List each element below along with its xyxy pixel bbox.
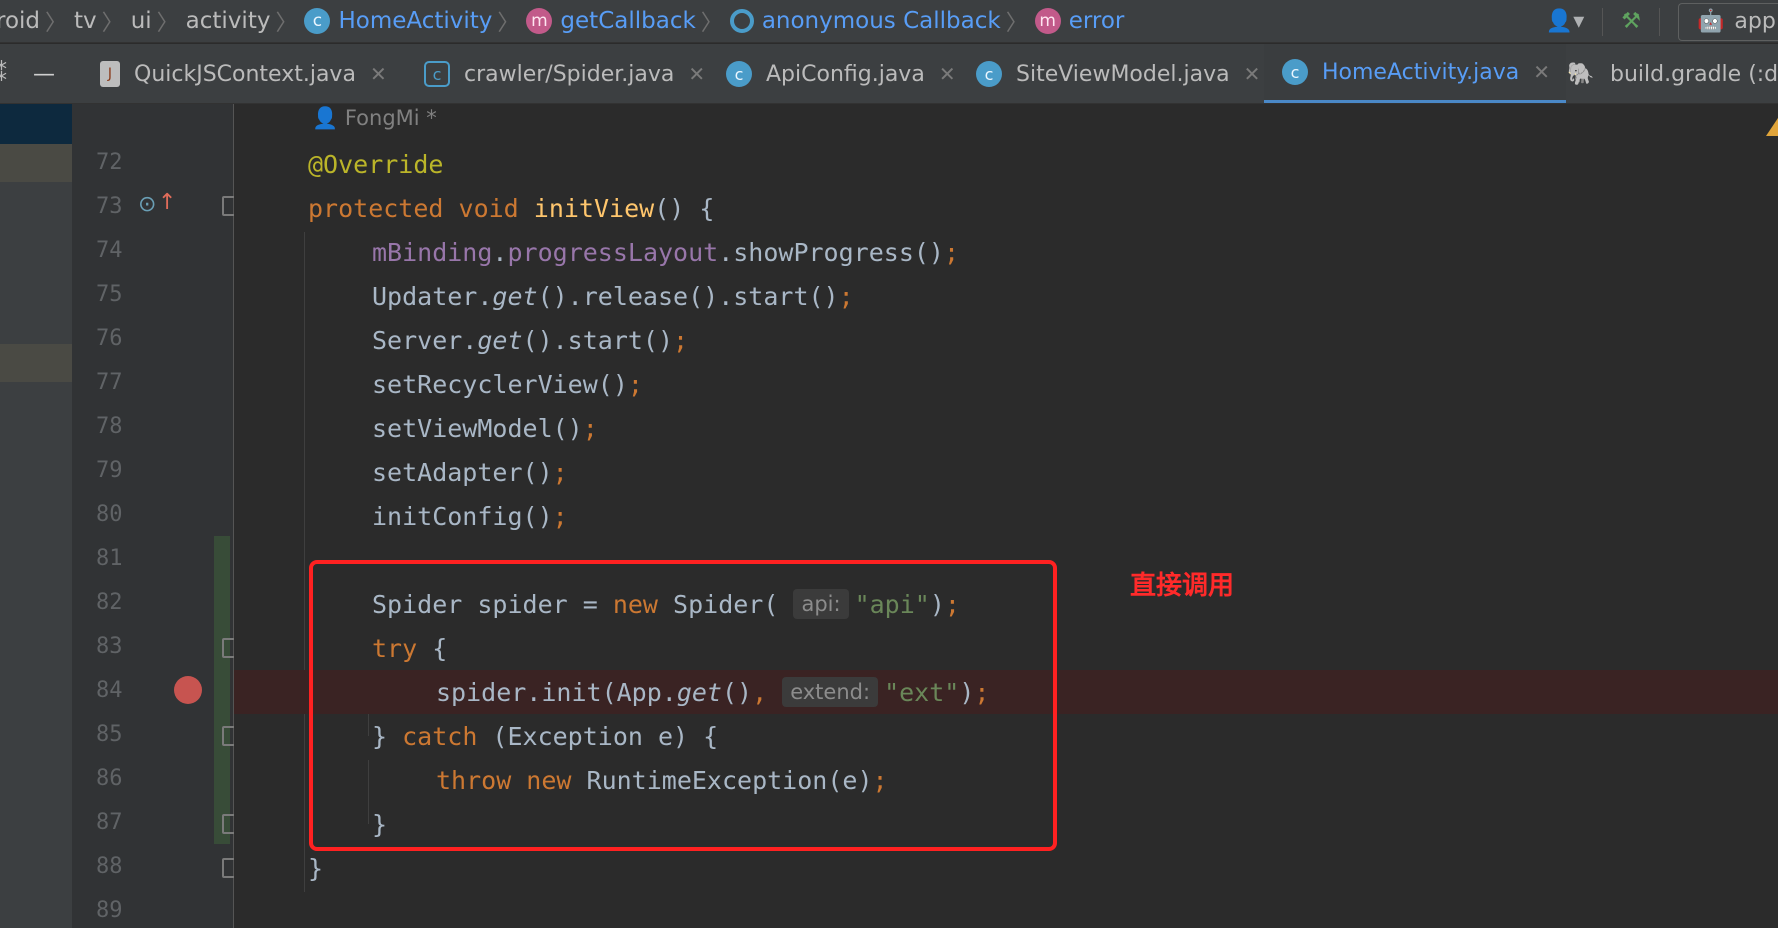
annotation-label: 直接调用 [1130, 571, 1235, 601]
code-line: Updater. get ().release().start(); [372, 281, 854, 311]
line-number: 86 [96, 766, 123, 791]
tab-spider[interactable]: c crawler/Spider.java ✕ [424, 44, 705, 103]
breadcrumb-item-error[interactable]: m error [1034, 8, 1124, 34]
line-number: 76 [96, 326, 123, 351]
hammer-icon[interactable]: ⚒ [1621, 9, 1641, 34]
divider [1659, 7, 1660, 36]
method-icon: m [1034, 8, 1061, 34]
line-number: 80 [96, 502, 123, 527]
editor-tab-bar: ⁑ — J QuickJSContext.java ✕ c crawler/Sp… [0, 44, 1778, 104]
warning-icon[interactable] [1766, 118, 1778, 136]
tab-homeactivity[interactable]: c HomeActivity.java ✕ [1264, 44, 1566, 103]
class-icon: c [304, 8, 331, 34]
split-icon[interactable]: ⁑ [0, 62, 7, 87]
code-line: setViewModel(); [372, 413, 598, 443]
tab-siteviewmodel[interactable]: c SiteViewModel.java ✕ [976, 44, 1261, 103]
tab-build-gradle[interactable]: 🐘 build.gradle (:drp [1566, 44, 1778, 103]
code-line: setRecyclerView(); [372, 369, 643, 399]
minimize-icon[interactable]: — [33, 62, 55, 87]
line-number: 87 [96, 810, 123, 835]
class-icon: c [1282, 59, 1308, 85]
class-icon: c [726, 61, 752, 87]
user-icon: 👤 [312, 106, 339, 130]
breadcrumb-item-ui[interactable]: ui [131, 8, 152, 34]
code-line: } [308, 853, 324, 883]
breadcrumb-item-tv[interactable]: tv [74, 8, 97, 34]
code-line: protected void initView() { [308, 193, 715, 223]
chevron-right-icon: 〉 [156, 11, 179, 36]
line-number: 83 [96, 634, 123, 659]
arrow-up-icon: ↑ [158, 190, 177, 215]
highlight-marker [0, 144, 72, 182]
line-number: 78 [96, 414, 123, 439]
breadcrumb-item-package[interactable]: roid [0, 8, 40, 34]
line-number: 79 [96, 458, 123, 483]
breadcrumb-item-homeactivity[interactable]: c HomeActivity [304, 8, 492, 34]
anonymous-class-icon [729, 9, 754, 33]
user-icon[interactable]: 👤▾ [1546, 9, 1584, 34]
project-panel-edge [0, 104, 72, 928]
line-number-gutter[interactable]: 72 73 74 75 76 77 78 79 80 81 82 83 84 8… [72, 104, 234, 928]
breadcrumb-item-anonymous-callback[interactable]: anonymous Callback [729, 8, 1001, 34]
java-file-icon: J [100, 61, 120, 87]
class-icon: c [976, 61, 1002, 87]
author-hint: 👤 FongMi * [312, 106, 437, 130]
code-line: Server. get ().start(); [372, 325, 689, 355]
close-icon[interactable]: ✕ [370, 62, 387, 86]
line-number: 81 [96, 546, 123, 571]
chevron-right-icon: 〉 [1005, 11, 1028, 36]
code-line: @Override [308, 149, 444, 179]
gradle-icon: 🐘 [1567, 61, 1595, 87]
method-icon: m [526, 8, 553, 34]
breakpoint-icon[interactable] [174, 676, 202, 704]
tab-apiconfig[interactable]: c ApiConfig.java ✕ [726, 44, 956, 103]
highlight-marker [0, 344, 72, 382]
line-number: 72 [96, 150, 123, 175]
line-number: 84 [96, 678, 123, 703]
chevron-right-icon: 〉 [275, 11, 298, 36]
chevron-right-icon: 〉 [497, 11, 520, 36]
run-configuration-select[interactable]: 🤖 app [1678, 2, 1778, 41]
close-icon[interactable]: ✕ [688, 62, 705, 86]
line-number: 85 [96, 722, 123, 747]
code-line: setAdapter(); [372, 457, 568, 487]
line-number: 88 [96, 854, 123, 879]
divider [1602, 7, 1604, 36]
breadcrumb: roid 〉 tv 〉 ui 〉 activity 〉 c HomeActivi… [0, 0, 1124, 42]
close-icon[interactable]: ✕ [939, 62, 956, 86]
override-icon[interactable]: ⊙ [138, 192, 156, 217]
chevron-right-icon: 〉 [45, 11, 68, 36]
highlight-box [309, 560, 1057, 851]
navigation-bar: roid 〉 tv 〉 ui 〉 activity 〉 c HomeActivi… [0, 0, 1778, 43]
close-icon[interactable]: ✕ [1244, 62, 1261, 86]
android-icon: 🤖 [1697, 9, 1725, 34]
breadcrumb-item-activity[interactable]: activity [186, 8, 271, 34]
breadcrumb-item-getcallback[interactable]: m getCallback [526, 8, 696, 34]
code-line: initConfig(); [372, 501, 568, 531]
close-icon[interactable]: ✕ [1533, 60, 1550, 84]
code-line: mBinding. progressLayout .showProgress(); [372, 237, 960, 267]
line-number: 77 [96, 370, 123, 395]
line-number: 74 [96, 238, 123, 263]
toolbar-right: 👤▾ ⚒ 🤖 app [1546, 0, 1778, 42]
chevron-right-icon: 〉 [700, 11, 723, 36]
class-icon: c [424, 61, 450, 87]
line-number: 82 [96, 590, 123, 615]
line-number: 89 [96, 898, 123, 923]
vcs-change-marker[interactable] [214, 536, 230, 844]
selection-marker [0, 104, 72, 144]
tab-bar-controls: ⁑ — [0, 44, 55, 103]
chevron-right-icon: 〉 [101, 11, 124, 36]
tab-quickjscontext[interactable]: J QuickJSContext.java ✕ [100, 44, 387, 103]
line-number: 75 [96, 282, 123, 307]
